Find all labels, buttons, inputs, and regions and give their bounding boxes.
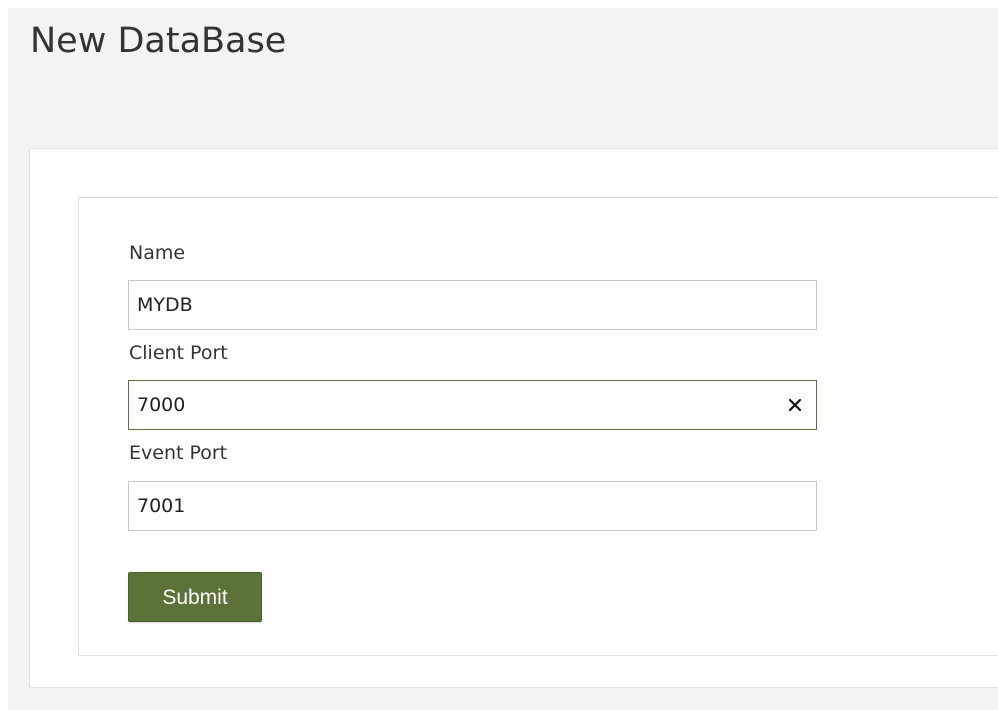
clear-input-button[interactable] bbox=[780, 381, 810, 429]
event-port-input[interactable] bbox=[128, 481, 817, 531]
event-port-label: Event Port bbox=[129, 442, 228, 464]
client-port-label: Client Port bbox=[129, 342, 228, 364]
name-input[interactable] bbox=[128, 280, 817, 330]
page-title: New DataBase bbox=[30, 21, 287, 61]
close-icon bbox=[788, 398, 802, 412]
submit-button[interactable]: Submit bbox=[128, 572, 262, 622]
client-port-input[interactable] bbox=[128, 380, 817, 430]
name-label: Name bbox=[129, 242, 186, 264]
